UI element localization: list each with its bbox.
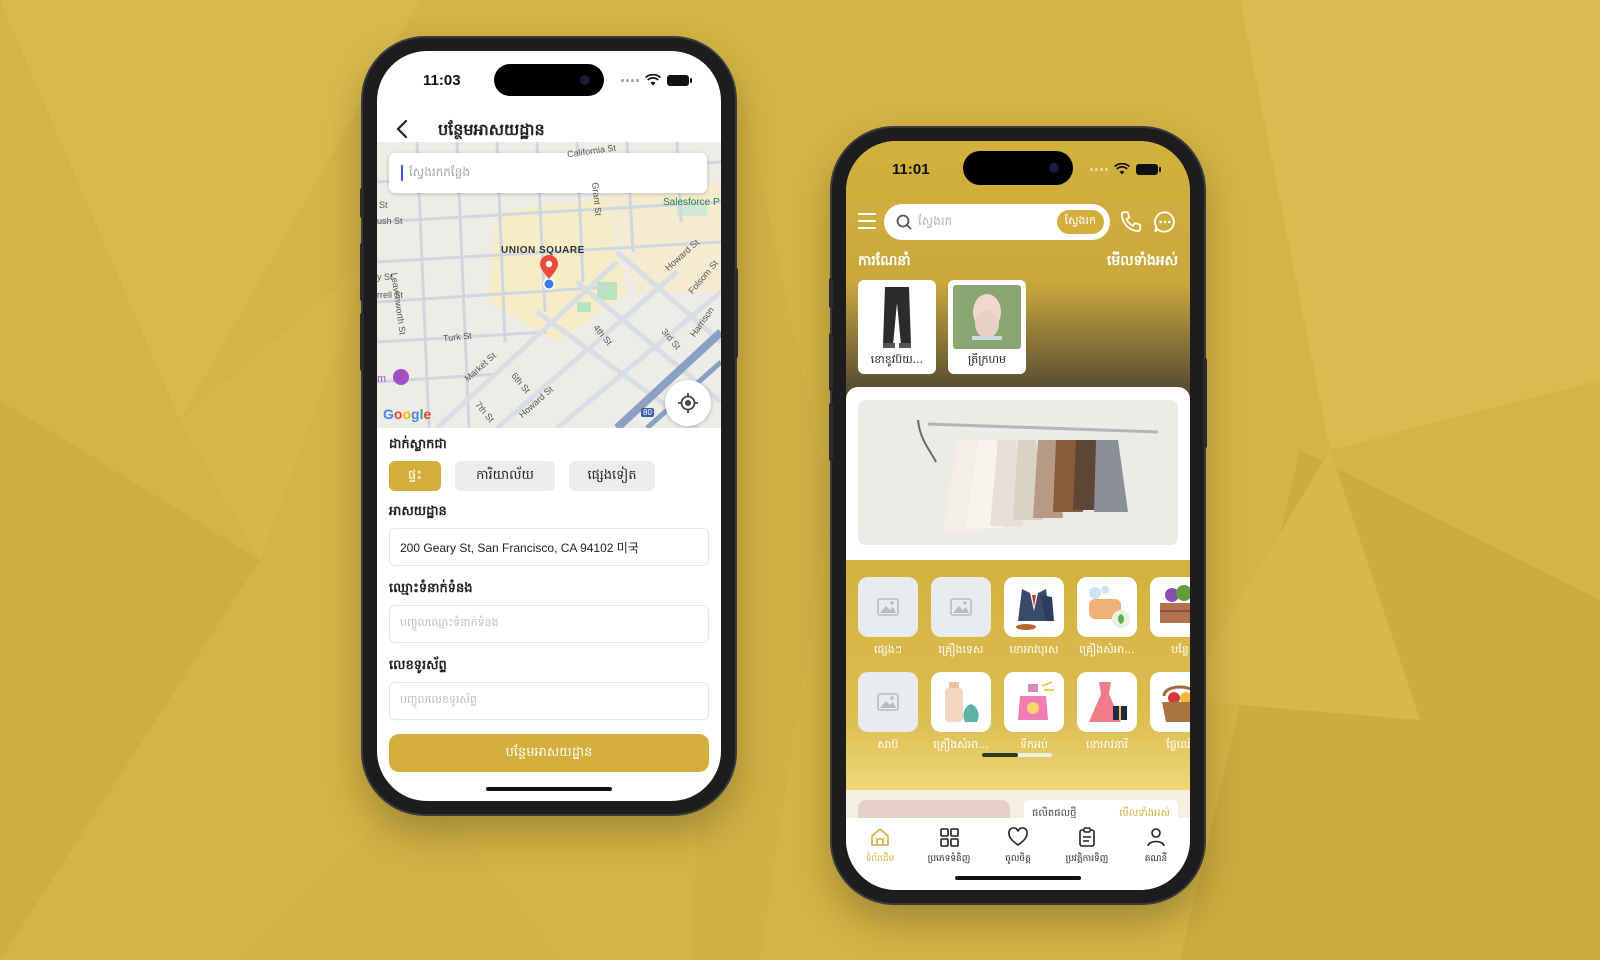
chip-office[interactable]: ការិយាល័យ: [455, 461, 555, 491]
map-label-bush: ush St: [377, 216, 403, 226]
search-row: ស្វែងរក ស្វែងរក: [858, 204, 1178, 240]
search-bar[interactable]: ស្វែងរក ស្វែងរក: [884, 204, 1110, 240]
address-label: អាសយដ្ឋាន: [389, 504, 447, 519]
home-icon: [871, 828, 889, 846]
chat-icon[interactable]: [1152, 209, 1178, 235]
category-item[interactable]: ផ្លែឈើ: [1150, 672, 1190, 754]
status-bar: 11:01: [846, 161, 1190, 181]
map-label-m: m: [377, 373, 387, 385]
battery-icon: [667, 74, 692, 86]
menu-icon[interactable]: [858, 213, 876, 234]
search-button[interactable]: ស្វែងរក: [1056, 210, 1104, 234]
category-item[interactable]: ខោអាវបុរស: [1004, 577, 1064, 659]
address-type-label: ដាក់ស្លាកជា: [389, 437, 447, 452]
chip-home[interactable]: ផ្ទះ: [389, 461, 441, 491]
soap-icon: [1077, 577, 1137, 637]
lotion-icon: [931, 672, 991, 732]
map-label-st-2: y St: [377, 272, 393, 282]
recommended-card-fish[interactable]: ត្រីក្រហម: [948, 280, 1026, 374]
map-label-farrell: rrell St: [377, 290, 404, 300]
category-item[interactable]: គ្រឿងសំអា...: [931, 672, 991, 754]
category-item[interactable]: ខោអាវនារី: [1077, 672, 1137, 754]
perfume-icon: [1004, 672, 1064, 732]
status-time: 11:03: [423, 72, 461, 89]
clipboard-icon: [1079, 827, 1095, 847]
placeholder-image-icon: [931, 577, 991, 637]
recommended-card-jeans[interactable]: ខោខូវប៊យ...: [858, 280, 936, 374]
add-address-screen: 11:03 បន្ថែមអាសយដ្ឋាន ស្វែងរកកន្លែង UNIO…: [377, 51, 721, 801]
map-label-salesforce: Salesforce P: [663, 197, 720, 208]
category-item[interactable]: គ្រឿងសំអា...: [1077, 577, 1137, 659]
page-title: បន្ថែមអាសយដ្ឋាន: [438, 120, 545, 139]
signal-icon: [621, 78, 639, 82]
status-bar: 11:03: [377, 72, 721, 92]
contact-name-label: ឈ្មោះទំនាក់ទំនង: [389, 581, 473, 596]
highway-shield: 80: [641, 408, 654, 417]
back-arrow-icon[interactable]: [391, 117, 415, 141]
home-screen: 11:01 ស្វែងរក ស្វែងរក ការណែនាំ មើលទាំងអស…: [846, 141, 1190, 890]
heart-icon: [1008, 827, 1028, 846]
promo-banner[interactable]: [858, 400, 1178, 545]
wifi-icon: [1114, 163, 1130, 175]
tab-order-history[interactable]: ប្រវត្តិការទិញ: [1057, 826, 1117, 866]
category-pager: [982, 753, 1052, 757]
search-input[interactable]: ស្វែងរក: [918, 213, 1057, 231]
fish-image: [953, 285, 1021, 349]
tab-account[interactable]: គណនី: [1126, 826, 1186, 866]
status-time: 11:01: [892, 161, 930, 178]
placeholder-image-icon: [858, 577, 918, 637]
tab-home[interactable]: ទំព័រដើម: [850, 826, 910, 866]
search-icon: [896, 214, 912, 230]
suit-icon: [1004, 577, 1064, 637]
address-field[interactable]: 200 Geary St, San Francisco, CA 94102 미국: [389, 528, 709, 566]
tab-categories[interactable]: ប្រភេទទំនិញ: [919, 826, 979, 866]
jeans-image: [863, 285, 931, 349]
user-icon: [1147, 828, 1165, 847]
phone-number-label: លេខទូរស័ព្ទ: [389, 658, 447, 673]
category-item[interactable]: ទឹកអប់: [1004, 672, 1064, 754]
bottom-tab-bar: ទំព័រដើម ប្រភេទទំនិញ ចូលចិត្ត ប្រវត្តិកា…: [846, 818, 1190, 890]
chip-other[interactable]: ផ្សេងទៀត: [569, 461, 655, 491]
left-phone-frame: 11:03 បន្ថែមអាសយដ្ឋាន ស្វែងរកកន្លែង UNIO…: [360, 38, 738, 814]
google-logo: Google: [383, 406, 432, 422]
recommended-list: ខោខូវប៊យ... ត្រីក្រហម: [858, 280, 1026, 374]
category-grid: ផ្សេងៗ គ្រឿងទេស ខោអាវបុរស គ្រឿងសំអា... ប…: [858, 577, 1190, 767]
home-indicator: [486, 787, 612, 791]
category-item[interactable]: ផ្សេងៗ: [858, 577, 918, 659]
crosshair-icon: [678, 393, 698, 413]
banner-section: [846, 387, 1190, 560]
recommended-view-all[interactable]: មើលទាំងអស់: [1107, 251, 1178, 272]
category-item[interactable]: បន្លែ: [1150, 577, 1190, 659]
address-form: ដាក់ស្លាកជា ផ្ទះ ការិយាល័យ ផ្សេងទៀត អាសយ…: [389, 428, 709, 772]
signal-icon: [1090, 167, 1108, 171]
wifi-icon: [645, 74, 661, 86]
placeholder-image-icon: [858, 672, 918, 732]
battery-icon: [1136, 163, 1161, 175]
add-address-button[interactable]: បន្ថែមអាសយដ្ឋាន: [389, 734, 709, 772]
map-view[interactable]: ស្វែងរកកន្លែង UNION SQUARE Salesforce P …: [377, 142, 721, 428]
phone-number-field[interactable]: បញ្ចូលលេខទូរស័ព្ទ: [389, 682, 709, 720]
dress-icon: [1077, 672, 1137, 732]
category-item[interactable]: គ្រឿងទេស: [931, 577, 991, 659]
locate-me-button[interactable]: [665, 380, 711, 426]
address-type-chips: ផ្ទះ ការិយាល័យ ផ្សេងទៀត: [389, 461, 709, 491]
location-pin-icon: [540, 255, 558, 290]
right-phone-frame: 11:01 ស្វែងរក ស្វែងរក ការណែនាំ មើលទាំងអស…: [829, 128, 1207, 903]
recommended-caption: ខោខូវប៊យ...: [870, 353, 924, 366]
place-search-input[interactable]: ស្វែងរកកន្លែង: [389, 153, 707, 193]
background: [0, 0, 1600, 960]
recommended-caption: ត្រីក្រហម: [968, 353, 1006, 366]
recommended-title: ការណែនាំ: [858, 253, 911, 269]
vegetable-crate-icon: [1150, 577, 1190, 637]
recommended-header: ការណែនាំ មើលទាំងអស់: [858, 251, 1178, 273]
contact-name-field[interactable]: បញ្ចូលឈ្មោះទំនាក់ទំនង: [389, 605, 709, 643]
category-section: ផ្សេងៗ គ្រឿងទេស ខោអាវបុរស គ្រឿងសំអា... ប…: [846, 560, 1190, 790]
map-label-st: St: [379, 200, 388, 210]
fruit-basket-icon: [1150, 672, 1190, 732]
phone-icon[interactable]: [1118, 209, 1144, 235]
tab-favorites[interactable]: ចូលចិត្ត: [988, 826, 1048, 866]
grid-icon: [940, 828, 959, 847]
home-indicator: [955, 876, 1081, 880]
category-item[interactable]: សាប៊: [858, 672, 918, 754]
